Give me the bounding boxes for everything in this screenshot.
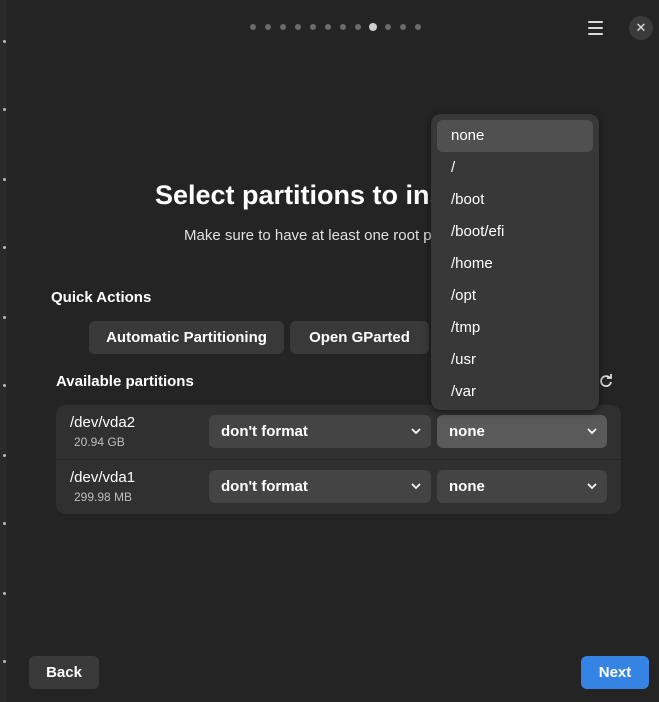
format-dropdown[interactable]: don't format [209, 415, 431, 448]
edge-marker [3, 384, 6, 387]
format-dropdown-value: don't format [221, 423, 308, 440]
mount-point-dropdown[interactable]: none [437, 470, 607, 503]
next-button[interactable]: Next [581, 656, 649, 689]
edge-marker [3, 454, 6, 457]
progress-dot [265, 24, 271, 30]
available-partitions-heading: Available partitions [56, 373, 194, 390]
chevron-down-icon [587, 483, 597, 490]
refresh-icon[interactable] [599, 374, 613, 388]
progress-dot [250, 24, 256, 30]
progress-dot [310, 24, 316, 30]
edge-marker [3, 660, 6, 663]
mount-option-var[interactable]: /var [437, 376, 593, 408]
mount-option-none[interactable]: none [437, 120, 593, 152]
mount-option-root[interactable]: / [437, 152, 593, 184]
back-button[interactable]: Back [29, 656, 99, 689]
chevron-down-icon [411, 483, 421, 490]
mount-option-usr[interactable]: /usr [437, 344, 593, 376]
mount-option-boot-efi[interactable]: /boot/efi [437, 216, 593, 248]
format-dropdown-value: don't format [221, 478, 308, 495]
mount-point-dropdown[interactable]: none [437, 415, 607, 448]
automatic-partitioning-button[interactable]: Automatic Partitioning [89, 321, 284, 354]
progress-dot [295, 24, 301, 30]
progress-dot [415, 24, 421, 30]
edge-marker [3, 592, 6, 595]
edge-marker [3, 178, 6, 181]
progress-dot [400, 24, 406, 30]
edge-marker [3, 316, 6, 319]
format-dropdown[interactable]: don't format [209, 470, 431, 503]
hamburger-menu-icon[interactable] [585, 17, 607, 39]
page-subtitle: Make sure to have at least one root p [184, 227, 432, 244]
edge-marker [3, 108, 6, 111]
edge-marker [3, 246, 6, 249]
partitions-list: /dev/vda2 20.94 GB don't format none /de… [56, 405, 621, 514]
mount-option-home[interactable]: /home [437, 248, 593, 280]
edge-marker [3, 522, 6, 525]
progress-dot [340, 24, 346, 30]
open-gparted-button[interactable]: Open GParted [290, 321, 429, 354]
partition-size: 20.94 GB [74, 435, 125, 449]
partition-row: /dev/vda2 20.94 GB don't format none [56, 405, 621, 459]
close-icon[interactable]: ✕ [629, 16, 653, 40]
progress-dot [280, 24, 286, 30]
mount-point-dropdown-value: none [449, 478, 485, 495]
chevron-down-icon [411, 428, 421, 435]
edge-marker [3, 40, 6, 43]
partition-size: 299.98 MB [74, 490, 133, 504]
progress-dot-current [369, 23, 377, 31]
partition-row: /dev/vda1 299.98 MB don't format none [56, 460, 621, 514]
progress-dot [385, 24, 391, 30]
mount-option-boot[interactable]: /boot [437, 184, 593, 216]
quick-actions-heading: Quick Actions [51, 289, 152, 306]
partition-device: /dev/vda1 [70, 469, 136, 486]
progress-dot [325, 24, 331, 30]
page-title: Select partitions to ins [155, 180, 445, 210]
mount-option-opt[interactable]: /opt [437, 280, 593, 312]
mount-point-popover: none / /boot /boot/efi /home /opt /tmp /… [431, 114, 599, 410]
chevron-down-icon [587, 428, 597, 435]
mount-point-dropdown-value: none [449, 423, 485, 440]
mount-option-tmp[interactable]: /tmp [437, 312, 593, 344]
partition-device: /dev/vda2 [70, 414, 136, 431]
progress-dot [355, 24, 361, 30]
